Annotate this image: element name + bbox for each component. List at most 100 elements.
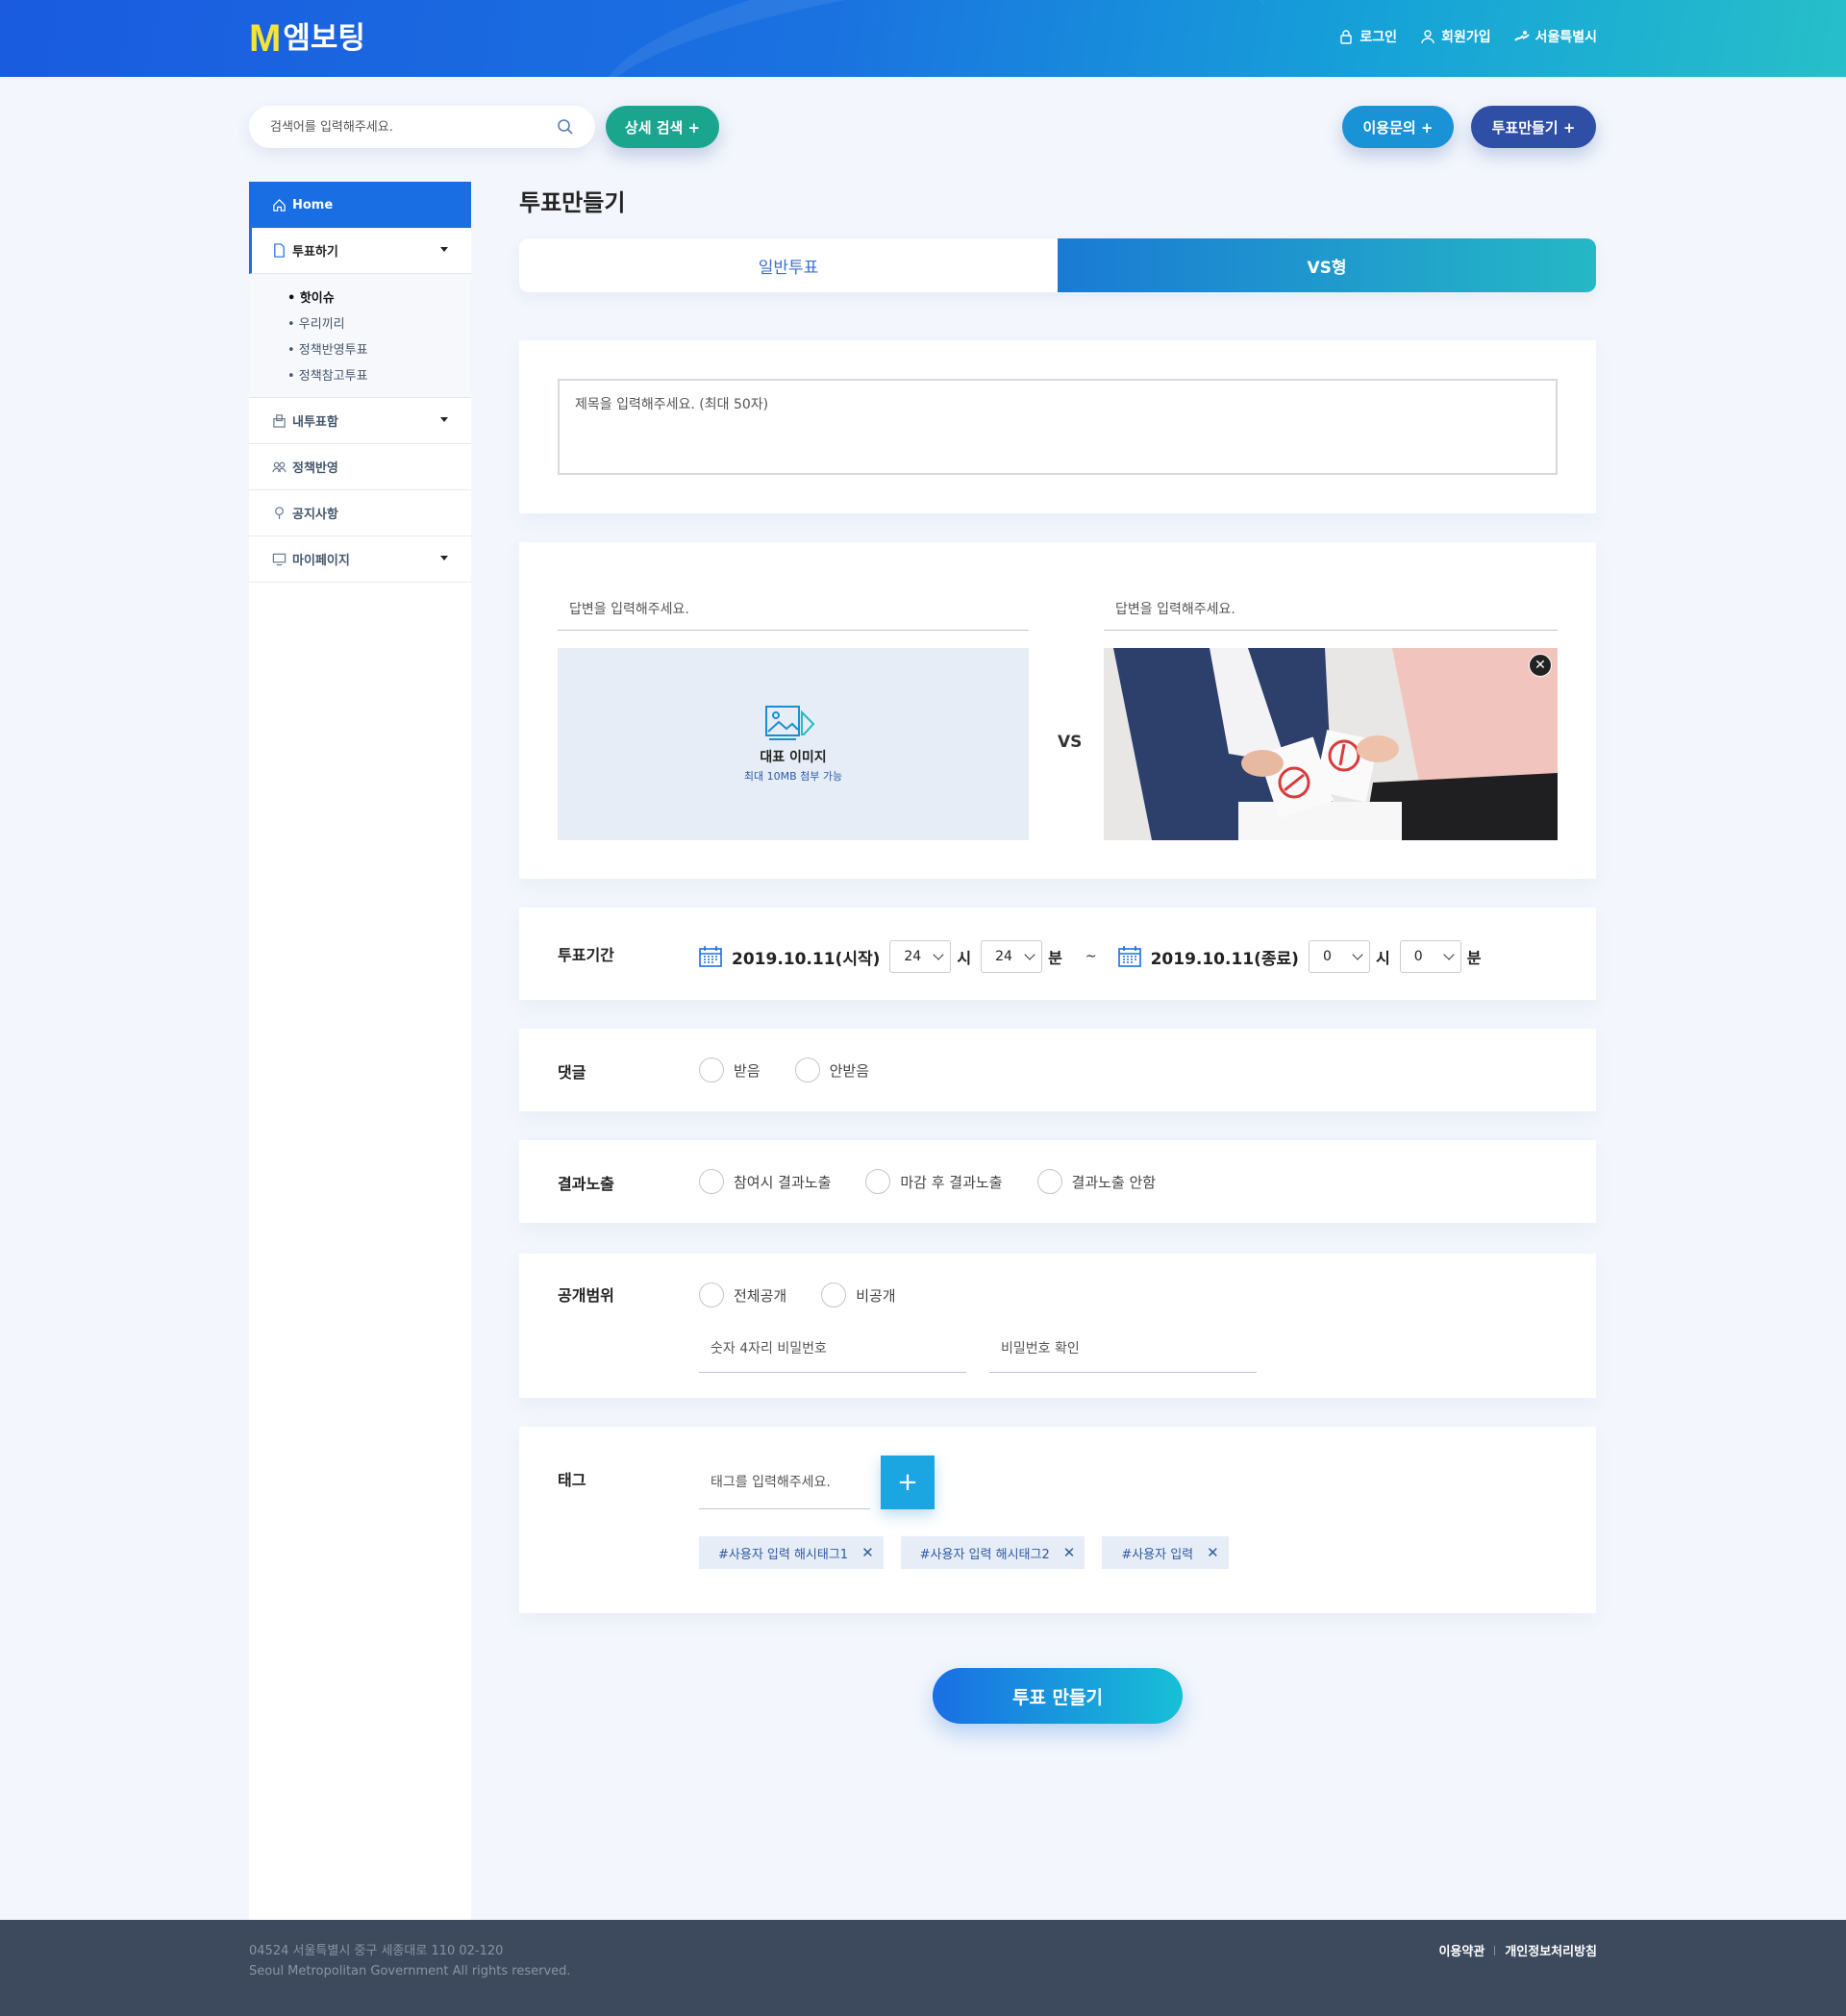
login-link[interactable]: 로그인	[1338, 27, 1397, 46]
sidebar-item-my-votes[interactable]: 내투표함	[249, 398, 471, 444]
hour-unit: 시	[1375, 949, 1390, 967]
signup-link[interactable]: 회원가입	[1420, 27, 1491, 46]
document-icon	[274, 243, 285, 258]
top-header: M 엠보팅 로그인 회원가입 서울특별시	[0, 0, 1846, 77]
monitor-icon	[272, 553, 287, 566]
footer-copyright: Seoul Metropolitan Government All rights…	[249, 1964, 571, 1979]
password-confirm-field[interactable]	[989, 1325, 1257, 1373]
end-hour-value: 0	[1322, 949, 1332, 964]
calendar-icon[interactable]	[1117, 946, 1141, 967]
search-icon[interactable]	[557, 118, 574, 136]
end-date[interactable]: 2019.10.11(종료)	[1151, 945, 1299, 969]
period-separator: ~	[1085, 949, 1097, 964]
submenu-policy-reference[interactable]: • 정책참고투표	[249, 363, 471, 389]
result-hidden-radio[interactable]: 결과노출 안함	[1036, 1169, 1156, 1194]
logo-text: 엠보팅	[283, 21, 365, 56]
radio-label: 참여시 결과노출	[734, 1173, 832, 1191]
chevron-down-icon	[1443, 949, 1455, 960]
sidebar-item-vote[interactable]: 투표하기	[249, 228, 471, 274]
tag-card: 태그 + #사용자 입력 해시태그1 ✕ #사용자 입력 해시태그2 ✕ #사용자 …	[519, 1427, 1596, 1613]
hour-unit: 시	[957, 949, 972, 967]
open-public-radio[interactable]: 전체공개	[699, 1282, 786, 1307]
open-private-radio[interactable]: 비공개	[821, 1282, 896, 1307]
tag-input[interactable]	[699, 1456, 870, 1509]
comment-options: 받음 안받음	[699, 1058, 904, 1083]
end-minute-select[interactable]: 0	[1399, 940, 1461, 973]
ballot-box-icon	[273, 414, 286, 428]
answer-left-field[interactable]	[558, 588, 1029, 631]
remove-tag-icon[interactable]: ✕	[1207, 1544, 1219, 1561]
privacy-link[interactable]: 개인정보처리방침	[1505, 1941, 1597, 1959]
inquiry-button[interactable]: 이용문의 +	[1342, 106, 1454, 148]
terms-link[interactable]: 이용약관	[1438, 1941, 1484, 1959]
sidebar-item-label: Home	[292, 197, 334, 212]
header-wave-decoration	[586, 0, 1280, 77]
calendar-icon[interactable]	[699, 946, 722, 967]
seoul-icon	[1513, 31, 1530, 41]
comment-allow-radio[interactable]: 받음	[699, 1058, 761, 1083]
minute-unit: 분	[1048, 949, 1062, 967]
tag-chip: #사용자 입력 해시태그1 ✕	[699, 1536, 884, 1569]
result-after-close-radio[interactable]: 마감 후 결과노출	[865, 1169, 1003, 1194]
lock-icon	[1340, 30, 1353, 44]
vote-title-field[interactable]	[558, 379, 1558, 475]
chevron-down-icon	[1024, 949, 1035, 960]
start-hour-select[interactable]: 24	[889, 940, 952, 973]
submenu-policy-reflect[interactable]: • 정책반영투표	[249, 337, 471, 363]
radio-circle	[865, 1169, 891, 1194]
pin-icon	[275, 507, 284, 520]
search-input[interactable]	[270, 119, 557, 135]
seoul-label: 서울특별시	[1534, 30, 1597, 45]
caret-down-icon	[440, 417, 448, 422]
footer-address-block: 04524 서울특별시 중구 세종대로 110 02-120 Seoul Met…	[249, 1941, 571, 1981]
radio-label: 마감 후 결과노출	[900, 1173, 1003, 1191]
home-icon	[273, 198, 286, 212]
sidebar: Home 투표하기 • 핫이슈 • 우리끼리 • 정책반영투표 • 정책참고투표…	[249, 182, 471, 1920]
caret-down-icon	[440, 247, 448, 252]
password-field[interactable]	[699, 1325, 966, 1373]
remove-tag-icon[interactable]: ✕	[861, 1544, 874, 1561]
open-label: 공개범위	[558, 1286, 614, 1305]
submit-vote-button[interactable]: 투표 만들기	[933, 1668, 1183, 1724]
answer-right-field[interactable]	[1104, 588, 1558, 631]
minute-unit: 분	[1466, 949, 1482, 967]
caret-down-icon	[440, 556, 448, 560]
logo-mark: M	[249, 17, 281, 60]
start-minute-select[interactable]: 24	[981, 940, 1043, 973]
sidebar-item-policy[interactable]: 정책반영	[249, 444, 471, 490]
sidebar-item-label: 공지사항	[292, 508, 338, 522]
result-exposure-card: 결과노출 참여시 결과노출 마감 후 결과노출 결과노출 안함	[519, 1140, 1596, 1223]
comment-deny-radio[interactable]: 안받음	[794, 1058, 870, 1083]
result-label: 결과노출	[558, 1175, 614, 1193]
site-logo[interactable]: M 엠보팅	[249, 17, 365, 60]
vs-label: VS	[1058, 733, 1083, 752]
remove-image-button[interactable]: ✕	[1529, 654, 1552, 677]
voting-photo	[1104, 648, 1558, 840]
submenu-hot-issue[interactable]: • 핫이슈	[249, 286, 471, 311]
remove-tag-icon[interactable]: ✕	[1063, 1544, 1076, 1561]
image-upload-area[interactable]: 대표 이미지 최대 10MB 첨부 가능	[558, 648, 1029, 840]
sidebar-item-mypage[interactable]: 마이페이지	[249, 536, 471, 583]
tag-text: #사용자 입력 해시태그1	[718, 1547, 849, 1562]
radio-label: 안받음	[829, 1061, 870, 1080]
detail-search-button[interactable]: 상세 검색 +	[606, 106, 719, 148]
submenu-among-us[interactable]: • 우리끼리	[249, 311, 471, 337]
result-on-participate-radio[interactable]: 참여시 결과노출	[699, 1169, 831, 1194]
end-hour-select[interactable]: 0	[1308, 940, 1370, 973]
tab-general-vote[interactable]: 일반투표	[519, 238, 1058, 292]
start-date[interactable]: 2019.10.11(시작)	[732, 945, 880, 969]
footer-links: 이용약관 개인정보처리방침	[1438, 1941, 1597, 1959]
title-card	[519, 340, 1596, 513]
tab-vs-vote[interactable]: VS형	[1058, 238, 1596, 292]
chevron-down-icon	[1352, 949, 1363, 960]
create-vote-button[interactable]: 투표만들기 +	[1471, 106, 1596, 148]
seoul-link[interactable]: 서울특별시	[1513, 27, 1597, 46]
sidebar-item-notice[interactable]: 공지사항	[249, 490, 471, 536]
sidebar-submenu: • 핫이슈 • 우리끼리 • 정책반영투표 • 정책참고투표	[249, 274, 471, 398]
search-box	[249, 106, 595, 148]
open-scope-card: 공개범위 전체공개 비공개	[519, 1254, 1596, 1398]
end-minute-value: 0	[1413, 949, 1423, 964]
sidebar-item-home[interactable]: Home	[249, 182, 471, 228]
footer-divider	[1494, 1945, 1496, 1955]
add-tag-button[interactable]: +	[881, 1456, 935, 1509]
